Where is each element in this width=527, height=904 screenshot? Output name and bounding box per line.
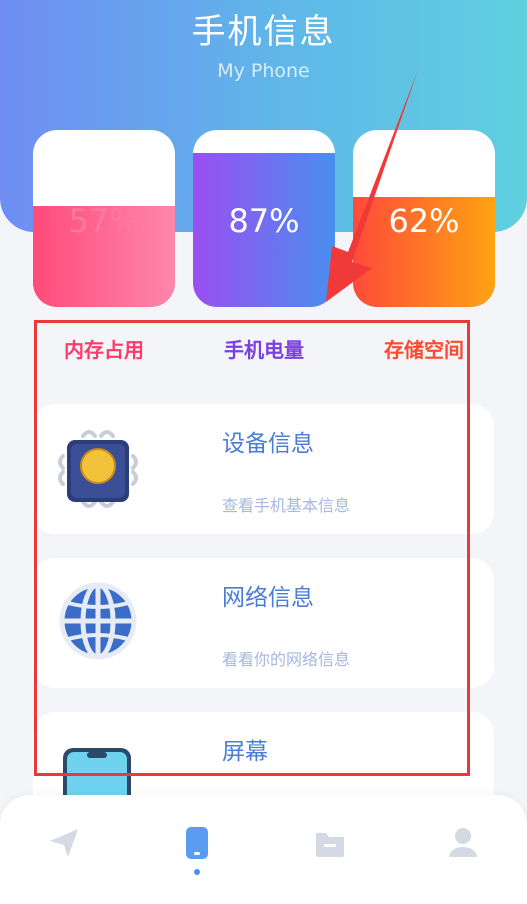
storage-space-card[interactable]: 62% (353, 130, 495, 307)
battery-level-card[interactable]: 87% (193, 130, 335, 307)
active-tab-indicator (194, 869, 200, 875)
folder-icon[interactable] (312, 825, 348, 861)
page-title: 手机信息 (191, 12, 336, 52)
memory-usage-card[interactable]: 57% (33, 130, 175, 307)
bottom-tab-bar (0, 795, 527, 904)
storage-space-value: 62% (388, 202, 460, 240)
send-plane-icon[interactable] (46, 825, 82, 861)
highlight-box (34, 320, 470, 776)
battery-level-value: 87% (228, 202, 300, 240)
memory-usage-value: 57% (68, 202, 140, 240)
phone-icon[interactable] (179, 825, 215, 861)
person-icon[interactable] (445, 825, 481, 861)
page-subtitle: My Phone (217, 60, 310, 82)
